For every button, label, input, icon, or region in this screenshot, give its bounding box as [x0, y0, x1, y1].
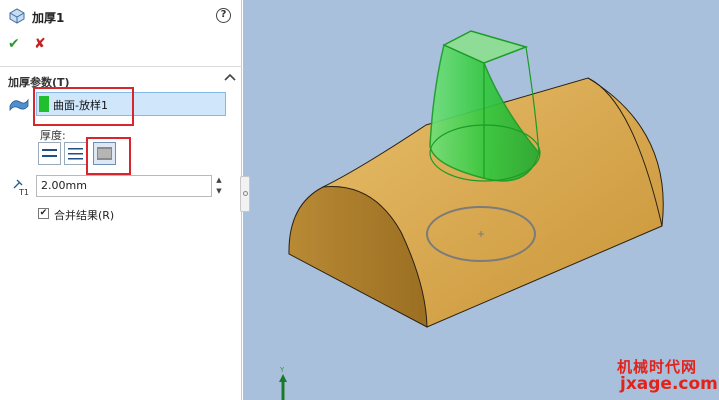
- spin-down-icon[interactable]: ▼: [213, 186, 225, 197]
- ok-button[interactable]: ✔: [8, 36, 20, 52]
- panel-collapse-handle[interactable]: [240, 176, 250, 212]
- feature-title: 加厚1: [32, 11, 65, 25]
- property-manager: 加厚1 ? ✔ ✘ 加厚参数(T) 曲面-放样1 厚度: T1 2.00mm ▲…: [0, 0, 242, 400]
- thickness-label: 厚度:: [40, 129, 66, 142]
- surface-icon: [9, 98, 29, 112]
- property-manager-header: 加厚1 ?: [0, 0, 242, 28]
- cancel-button[interactable]: ✘: [34, 36, 46, 52]
- chevron-up-icon[interactable]: [223, 71, 237, 83]
- watermark-url: jxage.com: [620, 374, 718, 394]
- thickness-spinner[interactable]: ▲ ▼: [213, 175, 225, 197]
- thickness-depth-icon: T1: [13, 179, 29, 197]
- help-icon[interactable]: ?: [216, 8, 231, 23]
- highlight-box-selection: [33, 87, 134, 126]
- merge-result-checkbox[interactable]: ✔: [38, 208, 49, 219]
- triad-y-label: Y: [280, 366, 285, 374]
- svg-text:T1: T1: [18, 188, 29, 197]
- highlight-box-thickness: [86, 137, 131, 175]
- model-scene: [279, 30, 664, 400]
- thickness-value-input[interactable]: 2.00mm: [36, 175, 212, 197]
- thicken-side1-button[interactable]: [38, 142, 61, 165]
- divider: [0, 66, 242, 67]
- spin-up-icon[interactable]: ▲: [213, 175, 225, 186]
- graphics-viewport[interactable]: Y 机械时代网 jxage.com: [243, 0, 719, 400]
- merge-result-label: 合并结果(R): [54, 209, 115, 222]
- thicken-feature-icon: [9, 8, 25, 24]
- thicken-side2-button[interactable]: [64, 142, 87, 165]
